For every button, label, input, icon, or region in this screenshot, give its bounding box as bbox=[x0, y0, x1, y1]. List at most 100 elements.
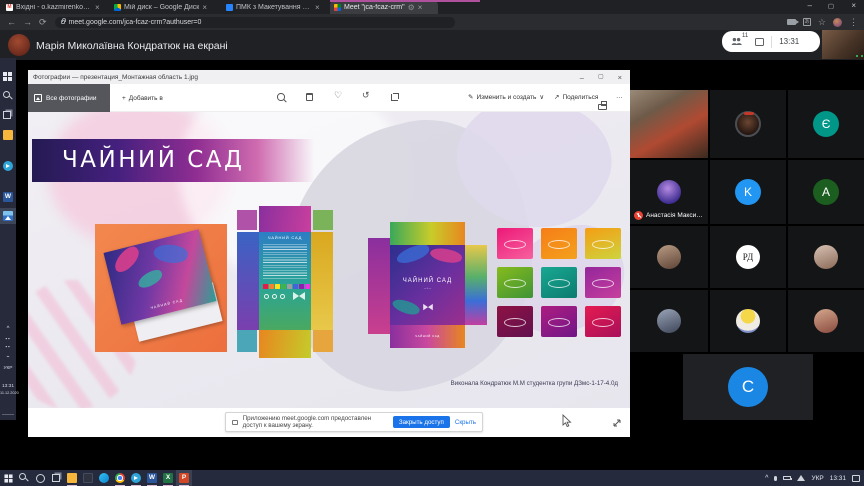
add-to-button[interactable]: + Добавить в bbox=[122, 84, 163, 112]
participant-tile[interactable] bbox=[710, 90, 786, 158]
task-view-icon[interactable] bbox=[3, 111, 11, 119]
participant-tile[interactable]: Є bbox=[788, 90, 864, 158]
window-close-button[interactable]: × bbox=[851, 1, 856, 10]
more-button[interactable]: … bbox=[616, 93, 623, 100]
share-label: Поделиться bbox=[562, 94, 598, 101]
start-button[interactable] bbox=[0, 470, 16, 486]
tab-docs[interactable]: ПМК з Макетування та роботи… × bbox=[222, 1, 328, 14]
language-indicator[interactable]: УКР bbox=[811, 475, 823, 482]
excel-button[interactable]: X bbox=[160, 470, 176, 486]
taskbar-clock[interactable]: 13:31 bbox=[830, 475, 846, 482]
search-icon bbox=[19, 473, 29, 483]
back-icon[interactable]: ← bbox=[7, 17, 16, 27]
all-photos-button[interactable]: Все фотографии bbox=[28, 84, 110, 112]
gear-icon[interactable]: ⚙ bbox=[408, 4, 415, 11]
box-leaf bbox=[110, 243, 143, 275]
close-icon[interactable]: × bbox=[315, 4, 320, 11]
participant-tile[interactable] bbox=[710, 290, 786, 352]
participant-tile[interactable] bbox=[788, 226, 864, 288]
edit-create-button[interactable]: ✎ Изменить и создать ∨ bbox=[468, 93, 544, 101]
participant-video-tile[interactable] bbox=[630, 90, 708, 158]
profile-avatar[interactable] bbox=[833, 18, 842, 27]
participant-tile[interactable] bbox=[630, 226, 708, 288]
close-icon[interactable]: × bbox=[418, 4, 423, 11]
tab-gmail[interactable]: M Вхідні - o.kazmirenko@kubg.ed… × bbox=[2, 1, 108, 14]
start-button-icon[interactable] bbox=[3, 72, 13, 82]
file-explorer-icon[interactable] bbox=[3, 130, 13, 140]
taskbar-search[interactable] bbox=[16, 470, 32, 486]
participant-avatar bbox=[814, 309, 838, 333]
camera-allowed-icon[interactable] bbox=[787, 19, 796, 25]
window-maximize-button[interactable]: ▢ bbox=[828, 2, 834, 10]
close-icon[interactable]: × bbox=[202, 4, 207, 11]
language-indicator[interactable]: УКР bbox=[0, 366, 16, 371]
tray-plug-icon: ⌁ bbox=[0, 354, 16, 360]
delete-icon[interactable] bbox=[306, 93, 313, 101]
mic-tray-icon[interactable] bbox=[774, 476, 777, 481]
word-button[interactable]: W bbox=[144, 470, 160, 486]
telegram-button[interactable] bbox=[128, 470, 144, 486]
participant-avatar bbox=[814, 245, 838, 269]
telegram-icon[interactable] bbox=[3, 161, 13, 171]
show-desktop-divider[interactable] bbox=[2, 414, 14, 415]
photos-close-button[interactable]: × bbox=[618, 73, 622, 82]
reload-icon[interactable]: ⟳ bbox=[39, 17, 47, 28]
participant-tile-large[interactable]: C bbox=[683, 354, 813, 420]
share-button[interactable]: ↗ Поделиться bbox=[554, 93, 598, 101]
edge-button[interactable] bbox=[96, 470, 112, 486]
chrome-button[interactable] bbox=[112, 470, 128, 486]
box-leaf bbox=[136, 267, 165, 290]
favorite-heart-icon[interactable]: ♡ bbox=[334, 90, 342, 100]
self-view-video[interactable] bbox=[822, 30, 864, 59]
print-icon[interactable] bbox=[598, 104, 607, 110]
butterfly-icon bbox=[423, 304, 433, 311]
cortana-button[interactable] bbox=[32, 470, 48, 486]
expand-icon[interactable] bbox=[612, 418, 622, 428]
network-icon[interactable] bbox=[797, 475, 805, 481]
people-icon bbox=[731, 37, 742, 46]
zoom-icon[interactable] bbox=[277, 93, 287, 103]
tray-mini-icons: ▪▪ bbox=[0, 336, 16, 341]
app-button[interactable] bbox=[80, 470, 96, 486]
bookmark-star-icon[interactable]: ☆ bbox=[818, 17, 826, 28]
participants-button[interactable]: 11 bbox=[731, 37, 748, 46]
photos-minimize-button[interactable]: – bbox=[580, 73, 584, 82]
tray-chevron-icon[interactable]: ^ bbox=[765, 475, 768, 482]
word-icon[interactable]: W bbox=[3, 192, 13, 202]
participant-tile[interactable]: РД bbox=[710, 226, 786, 288]
close-icon[interactable]: × bbox=[95, 4, 100, 11]
window-minimize-button[interactable]: – bbox=[808, 1, 812, 10]
tab-drive[interactable]: Мій диск – Google Диск × bbox=[110, 1, 216, 14]
battery-icon[interactable] bbox=[783, 476, 791, 481]
tab-label: ПМК з Макетування та роботи… bbox=[236, 4, 312, 11]
participant-tile[interactable]: K bbox=[710, 160, 786, 224]
browser-menu-icon[interactable]: ⋮ bbox=[849, 17, 858, 28]
flap bbox=[313, 210, 333, 230]
flap-right bbox=[311, 232, 333, 330]
share-icon: ↗ bbox=[554, 93, 559, 101]
stop-sharing-button[interactable]: Закрыть доступ bbox=[393, 416, 450, 428]
edit-create-label: Изменить и создать bbox=[476, 94, 536, 101]
participant-tile[interactable] bbox=[630, 290, 708, 352]
powerpoint-button[interactable]: P bbox=[176, 470, 192, 486]
crop-icon[interactable] bbox=[391, 94, 398, 101]
task-view-button[interactable] bbox=[48, 470, 64, 486]
photos-toolbar: Все фотографии + Добавить в ♡ ↺ ✎ Измени… bbox=[28, 84, 630, 112]
rotate-icon[interactable]: ↺ bbox=[362, 90, 370, 100]
tray-chevron-icon[interactable]: ^ bbox=[0, 326, 16, 332]
search-icon[interactable] bbox=[3, 91, 13, 101]
address-bar[interactable]: meet.google.com/jca-fcaz-crm?authuser=0 bbox=[55, 17, 455, 28]
action-center-icon[interactable] bbox=[852, 475, 860, 482]
forward-icon[interactable]: → bbox=[23, 17, 32, 27]
lock-icon bbox=[61, 20, 65, 24]
participant-tile[interactable]: Анастасія Макси… bbox=[630, 160, 708, 224]
file-explorer-button[interactable] bbox=[64, 470, 80, 486]
participant-tile[interactable]: A bbox=[788, 160, 864, 224]
photos-app-active-tile[interactable] bbox=[0, 208, 16, 224]
tab-meet-active[interactable]: Meet "jca-fcaz-crm" ⚙ × bbox=[330, 1, 438, 14]
photos-maximize-button[interactable]: ▢ bbox=[598, 73, 604, 82]
participant-tile[interactable] bbox=[788, 290, 864, 352]
chat-icon[interactable] bbox=[755, 38, 764, 46]
hide-link[interactable]: Скрыть bbox=[455, 419, 476, 426]
translate-icon[interactable]: あ bbox=[803, 18, 811, 26]
